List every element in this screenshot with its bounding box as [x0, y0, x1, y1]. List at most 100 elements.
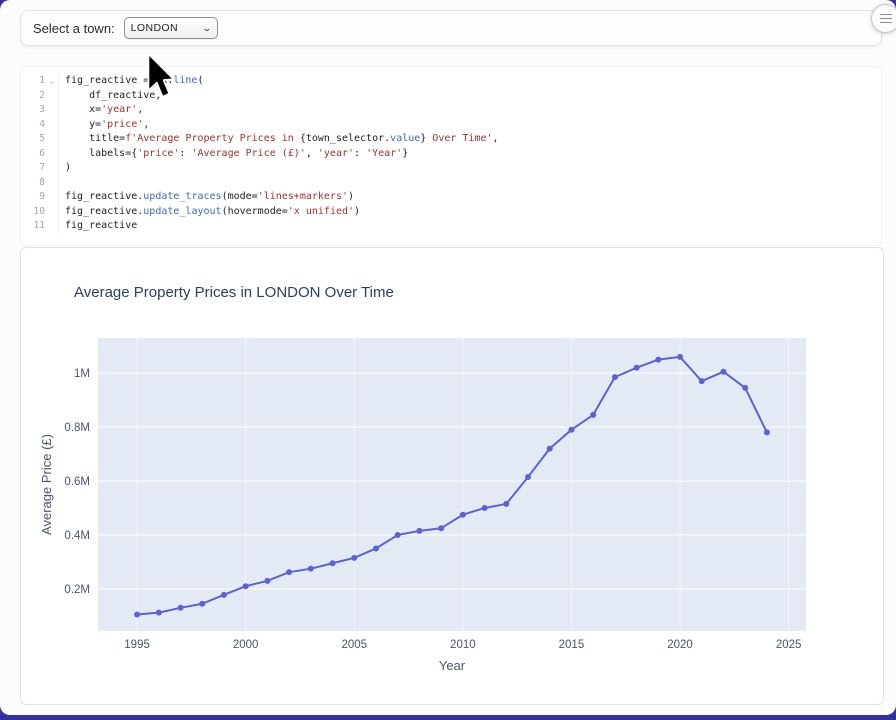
menu-button[interactable] [871, 4, 896, 33]
line-number: 6 [21, 147, 45, 162]
data-point[interactable] [590, 412, 596, 418]
fold-spacer [45, 205, 58, 220]
code-editor[interactable]: 1⌄fig_reactive = px.line(2 df_reactive,3… [20, 66, 882, 246]
data-point[interactable] [373, 545, 379, 551]
code-text: title=f'Average Property Prices in {town… [58, 132, 499, 147]
x-axis-title: Year [439, 658, 466, 673]
line-number: 5 [21, 132, 45, 147]
price-chart: Average Property Prices in LONDON Over T… [21, 248, 881, 702]
y-axis-title: Average Price (£) [39, 434, 54, 535]
x-tick-label: 2025 [776, 639, 802, 651]
data-point[interactable] [308, 566, 314, 572]
town-selector-cell: Select a town: LONDON ⌄ [20, 10, 882, 46]
line-number: 10 [21, 205, 45, 220]
data-point[interactable] [655, 357, 661, 363]
y-tick-label: 0.4M [64, 530, 90, 542]
town-select-value: LONDON [131, 22, 178, 34]
line-number: 1 [21, 74, 45, 89]
x-tick-label: 2005 [341, 639, 367, 651]
data-point[interactable] [612, 374, 618, 380]
y-tick-label: 0.6M [64, 476, 90, 488]
fold-arrow-icon[interactable]: ⌄ [45, 74, 58, 89]
data-point[interactable] [221, 592, 227, 598]
code-line: 7) [21, 161, 881, 176]
app-page: Select a town: LONDON ⌄ 1⌄fig_reactive =… [0, 0, 896, 715]
code-line: 1⌄fig_reactive = px.line( [21, 74, 881, 89]
town-select-dropdown[interactable]: LONDON ⌄ [124, 17, 218, 39]
code-text: labels={'price': 'Average Price (£)', 'y… [58, 147, 408, 162]
data-point[interactable] [634, 365, 640, 371]
code-line: 3 x='year', [21, 103, 881, 118]
fold-spacer [45, 190, 58, 205]
code-text: x='year', [58, 103, 143, 118]
y-tick-label: 1M [74, 368, 90, 380]
data-point[interactable] [460, 512, 466, 518]
data-point[interactable] [199, 601, 205, 607]
x-axis-ticks: 1995 2000 2005 2010 2015 2020 2025 [124, 639, 801, 651]
fold-spacer [45, 118, 58, 133]
data-point[interactable] [438, 525, 444, 531]
code-line: 6 labels={'price': 'Average Price (£)', … [21, 147, 881, 162]
data-point[interactable] [764, 429, 770, 435]
data-point[interactable] [330, 560, 336, 566]
line-number: 3 [21, 103, 45, 118]
code-text: fig_reactive.update_layout(hovermode='x … [58, 205, 360, 220]
code-line: 5 title=f'Average Property Prices in {to… [21, 132, 881, 147]
line-number: 11 [21, 219, 45, 234]
code-line: 11 fig_reactive [21, 219, 881, 234]
data-point[interactable] [286, 569, 292, 575]
town-selector-label: Select a town: [33, 21, 115, 36]
data-point[interactable] [134, 612, 140, 618]
chart-title: Average Property Prices in LONDON Over T… [74, 284, 394, 301]
fold-spacer [45, 103, 58, 118]
fold-spacer [45, 132, 58, 147]
y-tick-label: 0.8M [64, 422, 90, 434]
data-point[interactable] [677, 354, 683, 360]
fold-spacer [45, 161, 58, 176]
x-tick-label: 2000 [233, 639, 259, 651]
data-point[interactable] [482, 505, 488, 511]
x-tick-label: 2015 [559, 639, 585, 651]
code-text: y='price', [58, 118, 149, 133]
code-text: fig_reactive = px.line( [58, 74, 204, 89]
code-line: 2 df_reactive, [21, 89, 881, 104]
y-tick-label: 0.2M [64, 584, 90, 596]
data-point[interactable] [395, 532, 401, 538]
chart-output-cell: Average Property Prices in LONDON Over T… [20, 247, 884, 705]
code-line: 4 y='price', [21, 118, 881, 133]
code-text: fig_reactive.update_traces(mode='lines+m… [58, 190, 354, 205]
fold-spacer [45, 89, 58, 104]
line-number: 8 [21, 176, 45, 191]
code-text: ) [58, 161, 71, 176]
data-point[interactable] [416, 528, 422, 534]
fold-spacer [45, 147, 58, 162]
data-point[interactable] [156, 610, 162, 616]
data-point[interactable] [742, 385, 748, 391]
data-point[interactable] [568, 427, 574, 433]
y-axis-ticks: 0.2M 0.4M 0.6M 0.8M 1M [64, 368, 90, 596]
data-point[interactable] [351, 555, 357, 561]
fold-spacer [45, 176, 58, 191]
data-point[interactable] [720, 369, 726, 375]
x-tick-label: 2020 [667, 639, 693, 651]
data-point[interactable] [525, 474, 531, 480]
data-point[interactable] [264, 578, 270, 584]
code-line: 10 fig_reactive.update_layout(hovermode='… [21, 205, 881, 220]
data-point[interactable] [699, 378, 705, 384]
code-text: df_reactive, [58, 89, 161, 104]
data-point[interactable] [547, 446, 553, 452]
data-point[interactable] [178, 605, 184, 611]
code-line: 8 [21, 176, 881, 191]
data-point[interactable] [503, 501, 509, 507]
fold-spacer [45, 219, 58, 234]
x-tick-label: 2010 [450, 639, 476, 651]
code-text: fig_reactive [58, 219, 137, 234]
code-line: 9 fig_reactive.update_traces(mode='lines+… [21, 190, 881, 205]
chevron-down-icon: ⌄ [202, 23, 213, 34]
line-number: 9 [21, 190, 45, 205]
x-tick-label: 1995 [124, 639, 150, 651]
line-number: 4 [21, 118, 45, 133]
data-point[interactable] [243, 583, 249, 589]
line-number: 7 [21, 161, 45, 176]
code-text [58, 176, 65, 191]
